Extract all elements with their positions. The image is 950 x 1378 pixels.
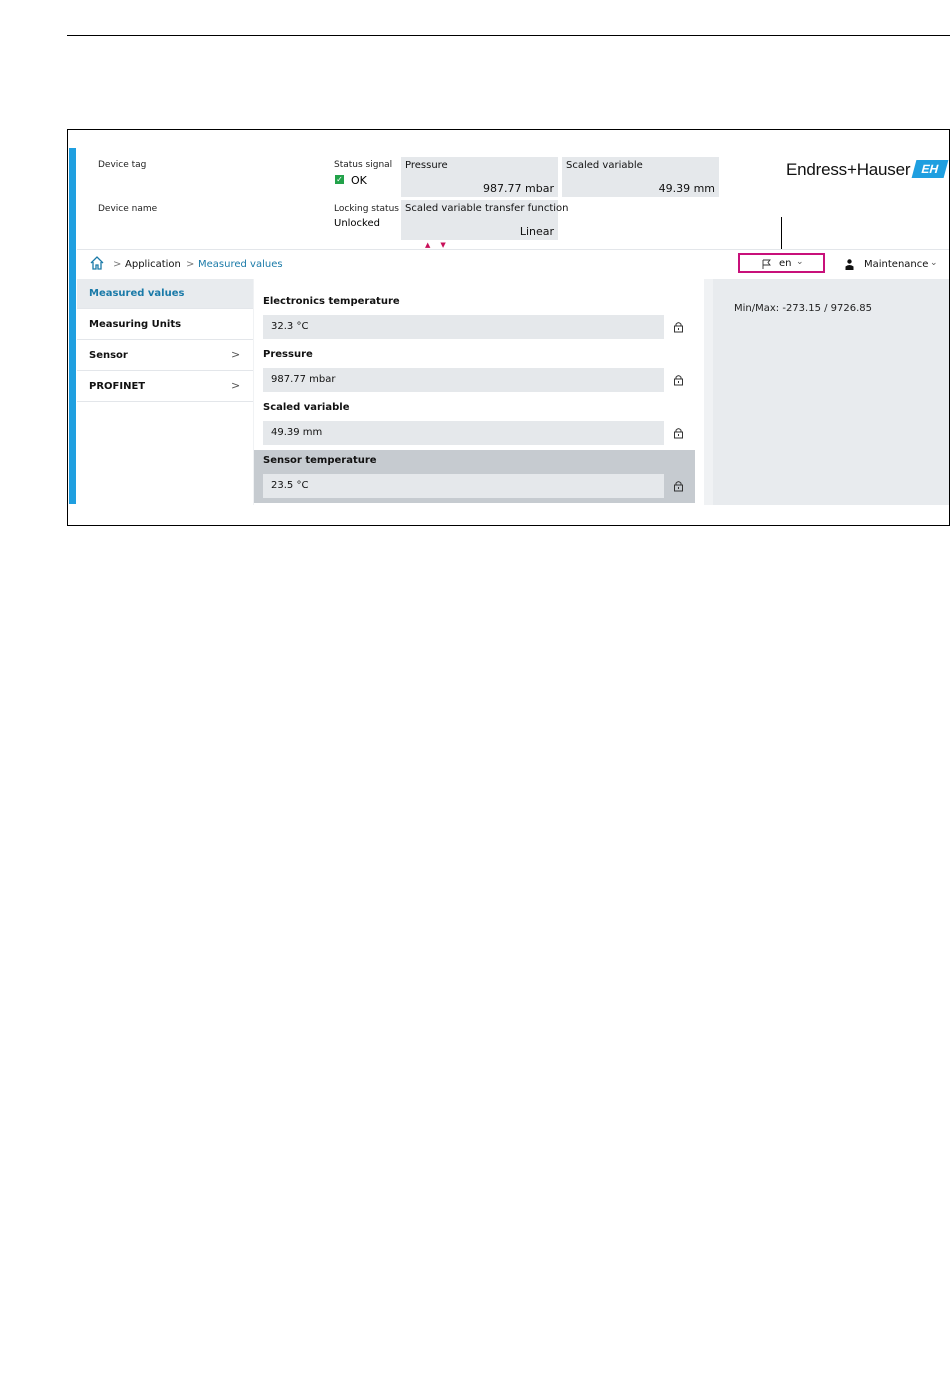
field-scaled-variable[interactable]: 49.39 mm	[263, 421, 664, 445]
locking-status-label: Locking status	[334, 204, 399, 214]
header-tile-pressure[interactable]: Pressure 987.77 mbar	[401, 157, 558, 197]
sidebar: Measured values Measuring Units Sensor >…	[77, 279, 253, 505]
sidebar-item-measuring-units[interactable]: Measuring Units	[77, 310, 253, 340]
device-tag-label: Device tag	[98, 160, 147, 170]
user-role[interactable]: Maintenance	[864, 259, 928, 270]
sidebar-item-label: PROFINET	[89, 381, 146, 392]
page-top-rule	[67, 35, 950, 36]
header-tile-scaled-variable[interactable]: Scaled variable 49.39 mm	[562, 157, 719, 197]
sidebar-item-measured-values[interactable]: Measured values	[77, 279, 253, 309]
sidebar-item-profinet[interactable]: PROFINET >	[77, 372, 253, 402]
device-web-ui: Device tag Device name Status signal ✓ O…	[67, 129, 950, 526]
chevron-right-icon: >	[231, 379, 241, 392]
tile-value: 987.77 mbar	[483, 182, 554, 195]
chevron-down-icon: ⌄	[796, 257, 804, 267]
field-electronics-temperature[interactable]: 32.3 °C	[263, 315, 664, 339]
tile-value: Linear	[519, 225, 554, 238]
header-tile-transfer-function[interactable]: Scaled variable transfer function Linear	[401, 200, 568, 240]
tile-label: Pressure	[405, 160, 448, 171]
breadcrumb-application[interactable]: Application	[125, 259, 181, 270]
chevron-down-icon[interactable]: ⌄	[930, 258, 938, 268]
header-expand-arrows[interactable]: ▲▼	[425, 241, 456, 249]
lock-icon	[674, 322, 683, 333]
arrow-up-icon[interactable]: ▲	[425, 241, 440, 249]
field-label-pressure: Pressure	[263, 349, 313, 360]
language-value: en	[779, 258, 792, 269]
tile-label: Scaled variable transfer function	[405, 203, 569, 214]
tile-value: 49.39 mm	[658, 182, 715, 195]
field-sensor-temperature[interactable]: 23.5 °C	[263, 474, 664, 498]
flag-icon	[762, 259, 771, 269]
lock-icon	[674, 375, 683, 386]
field-pressure[interactable]: 987.77 mbar	[263, 368, 664, 392]
min-max-text: Min/Max: -273.15 / 9726.85	[734, 303, 873, 314]
field-label-sensor-temperature: Sensor temperature	[263, 455, 377, 466]
language-selector[interactable]: en ⌄	[738, 253, 825, 273]
breadcrumb-separator-icon: >	[186, 259, 195, 270]
logo-text: Endress+Hauser	[786, 160, 911, 179]
field-value: 32.3 °C	[271, 321, 309, 332]
sidebar-item-label: Sensor	[89, 350, 128, 361]
sidebar-item-sensor[interactable]: Sensor >	[77, 341, 253, 371]
field-label-electronics-temperature: Electronics temperature	[263, 296, 400, 307]
sidebar-item-label: Measuring Units	[89, 319, 182, 330]
home-icon[interactable]	[89, 255, 105, 271]
breadcrumb-measured-values[interactable]: Measured values	[198, 259, 283, 270]
navigation-bar: > Application > Measured values en ⌄ Mai…	[77, 249, 949, 280]
status-signal-value: OK	[351, 174, 367, 187]
parameter-list: Electronics temperature 32.3 °C Pressure…	[254, 279, 704, 505]
accent-bar	[69, 148, 76, 504]
status-ok-icon: ✓	[335, 175, 344, 184]
lock-icon	[674, 428, 683, 439]
chevron-right-icon: >	[231, 348, 241, 361]
user-icon	[845, 259, 854, 270]
status-signal-label: Status signal	[334, 160, 393, 170]
breadcrumb-separator-icon: >	[113, 259, 122, 270]
content-area: Measured values Measuring Units Sensor >…	[77, 279, 949, 505]
field-value: 23.5 °C	[271, 480, 309, 491]
logo-badge: EH	[911, 160, 949, 178]
help-panel: Min/Max: -273.15 / 9726.85	[713, 279, 949, 505]
device-name-label: Device name	[98, 204, 158, 214]
locking-status-value: Unlocked	[334, 218, 380, 229]
sidebar-item-label: Measured values	[89, 288, 185, 299]
field-label-scaled-variable: Scaled variable	[263, 402, 350, 413]
field-value: 987.77 mbar	[271, 374, 336, 385]
tile-label: Scaled variable	[566, 160, 643, 171]
field-value: 49.39 mm	[271, 427, 323, 438]
arrow-down-icon[interactable]: ▼	[440, 241, 455, 249]
lock-icon	[674, 481, 683, 492]
